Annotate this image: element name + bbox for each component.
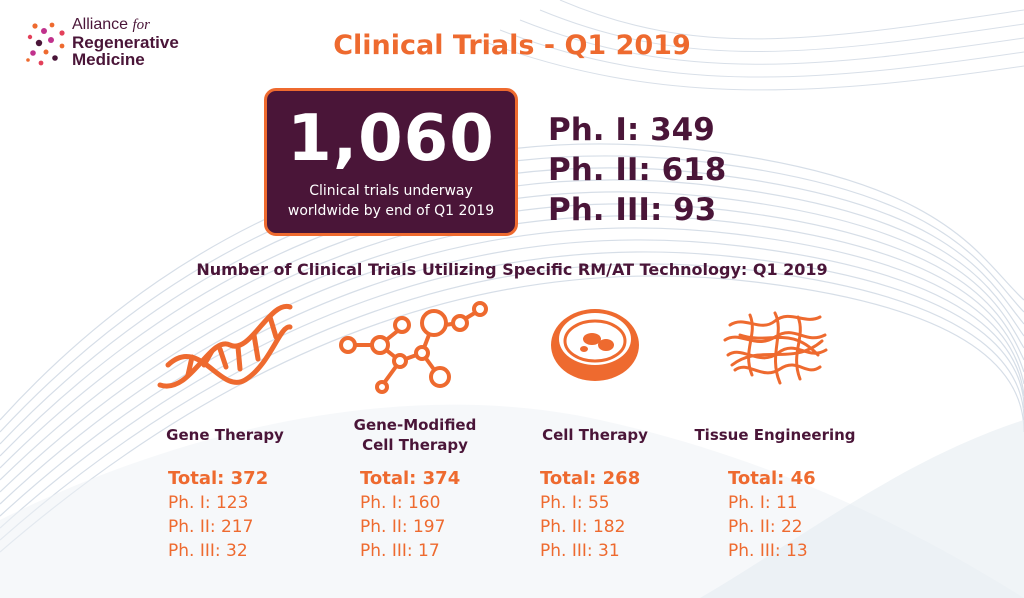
tech-gene-therapy: Gene Therapy Total: 372 Ph. I: 123 Ph. I… [130,295,320,561]
stat-phase-3: Ph. III: 13 [728,541,808,561]
stat-phase-2: Ph. II: 182 [540,517,626,537]
stat-total: Total: 372 [168,468,269,489]
tech-name: Tissue Engineering [694,426,856,444]
stat-total: Total: 46 [728,468,816,489]
tech-stats: Total: 374 Ph. I: 160 Ph. II: 197 Ph. II… [360,467,460,563]
molecule-icon [339,301,488,394]
tech-name: Gene Therapy [166,426,284,444]
tech-name: Cell Therapy [542,426,648,444]
tissue-fibers-icon [723,311,828,385]
stat-phase-1: Ph. I: 160 [360,493,441,513]
caption-line-1: Clinical trials underway [309,183,473,199]
section-subtitle: Number of Clinical Trials Utilizing Spec… [196,260,828,279]
tech-name: Gene-Modified Cell Therapy [320,415,510,455]
stat-total: Total: 268 [540,468,641,489]
stat-phase-1: Ph. I: 55 [540,493,610,513]
tech-stats: Total: 372 Ph. I: 123 Ph. II: 217 Ph. II… [168,467,268,563]
tech-name-text: Gene-Modified Cell Therapy [353,416,477,454]
tech-gene-modified-cell-therapy: Gene-Modified Cell Therapy Total: 374 Ph… [320,295,510,561]
caption-line-2: worldwide by end of Q1 2019 [287,203,495,219]
stat-phase-2: Ph. II: 22 [728,517,803,537]
stat-phase-2: Ph. II: 197 [360,517,446,537]
phase-1-total: Ph. I: 349 [548,112,715,148]
phase-summary: Ph. I: 349 Ph. II: 618 Ph. III: 93 [548,110,726,230]
phase-3-total: Ph. III: 93 [548,192,717,228]
tech-cell-therapy: Cell Therapy Total: 268 Ph. I: 55 Ph. II… [500,295,690,561]
stat-phase-1: Ph. I: 11 [728,493,798,513]
page-title: Clinical Trials - Q1 2019 [333,30,691,61]
total-trials-caption: Clinical trials underway worldwide by en… [267,181,515,221]
total-trials-number: 1,060 [287,102,495,176]
stat-total: Total: 374 [360,468,461,489]
petri-dish-icon [551,309,639,381]
stat-phase-2: Ph. II: 217 [168,517,254,537]
stat-phase-3: Ph. III: 17 [360,541,440,561]
stat-phase-3: Ph. III: 32 [168,541,248,561]
tech-stats: Total: 46 Ph. I: 11 Ph. II: 22 Ph. III: … [728,467,816,563]
phase-2-total: Ph. II: 618 [548,152,727,188]
stat-phase-1: Ph. I: 123 [168,493,249,513]
tech-tissue-engineering: Tissue Engineering Total: 46 Ph. I: 11 P… [680,295,870,561]
tech-stats: Total: 268 Ph. I: 55 Ph. II: 182 Ph. III… [540,467,640,563]
stat-phase-3: Ph. III: 31 [540,541,620,561]
total-trials-box: 1,060 Clinical trials underway worldwide… [264,88,518,236]
dna-icon [157,304,293,389]
